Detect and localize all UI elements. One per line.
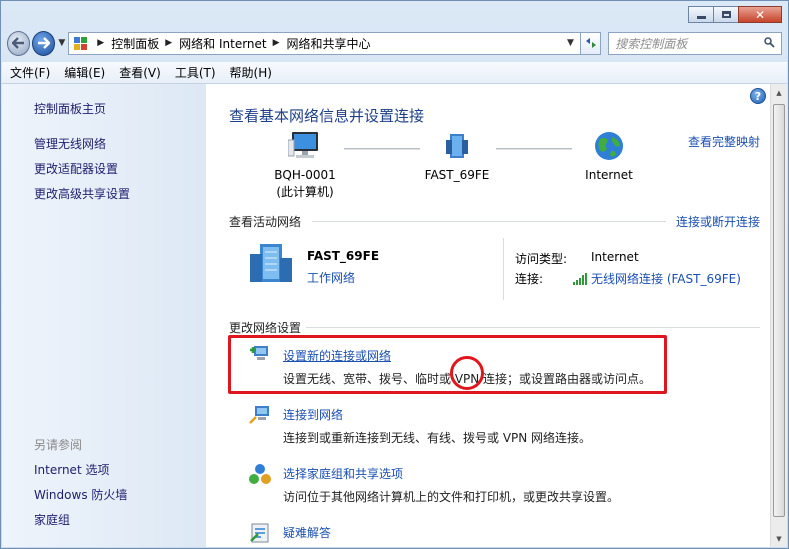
homegroup-sharing-description: 访问位于其他网络计算机上的文件和打印机，或更改共享设置。	[283, 490, 620, 504]
internet-name: Internet	[585, 168, 633, 182]
sidebar-link-control-panel-home[interactable]: 控制面板主页	[34, 100, 106, 117]
back-arrow-icon	[12, 37, 25, 49]
wireless-connection-text[interactable]: 无线网络连接 (FAST_69FE)	[591, 270, 741, 287]
signal-strength-icon	[573, 272, 587, 285]
search-icon[interactable]	[764, 36, 775, 48]
map-node-internet[interactable]: Internet	[574, 130, 644, 184]
maximize-icon	[721, 11, 731, 18]
globe-icon	[595, 132, 623, 160]
access-type-value: Internet	[591, 250, 639, 264]
breadcrumb-network-sharing-center[interactable]: 网络和共享中心	[287, 35, 371, 52]
view-full-map-link[interactable]: 查看完整映射	[688, 133, 760, 150]
breadcrumb-separator-icon[interactable]: ▶	[273, 38, 280, 48]
breadcrumb-separator-icon: ▶	[97, 38, 105, 48]
homegroup-icon	[249, 464, 271, 484]
sidebar-link-manage-wireless[interactable]: 管理无线网络	[34, 135, 106, 152]
annotation-highlight-box	[228, 335, 667, 394]
connect-to-network-icon	[249, 406, 269, 424]
close-icon: ✕	[754, 7, 766, 22]
minimize-button[interactable]	[688, 6, 714, 23]
forward-arrow-icon	[38, 37, 51, 49]
help-icon[interactable]: ?	[750, 88, 766, 104]
computer-name: BQH-0001	[274, 168, 336, 182]
map-connector	[496, 148, 572, 150]
scroll-down-icon[interactable]: ▼	[771, 530, 787, 547]
map-node-computer[interactable]: BQH-0001 (此计算机)	[270, 130, 340, 201]
active-networks-heading: 查看活动网络	[229, 215, 302, 229]
forward-button[interactable]	[32, 30, 56, 56]
sidebar-link-homegroup[interactable]: 家庭组	[34, 511, 70, 528]
minimize-icon	[696, 16, 706, 19]
search-box[interactable]: 搜索控制面板	[608, 31, 783, 55]
sidebar-link-windows-firewall[interactable]: Windows 防火墙	[34, 486, 127, 503]
breadcrumb-network-internet[interactable]: 网络和 Internet	[179, 35, 266, 52]
control-panel-icon	[73, 36, 87, 50]
section-divider	[312, 221, 666, 222]
window-caption-buttons: ✕	[688, 6, 782, 23]
search-input[interactable]: 搜索控制面板	[615, 35, 687, 52]
computer-sub-label: (此计算机)	[276, 185, 334, 199]
wireless-connection-link[interactable]: 无线网络连接 (FAST_69FE)	[573, 270, 741, 287]
navigation-bar: ▼ ▶ 控制面板 ▶ 网络和 Internet ▶ 网络和共享中心 ▼ 搜索控制…	[7, 29, 783, 57]
map-node-router[interactable]: FAST_69FE	[422, 130, 492, 184]
network-category-link[interactable]: 工作网络	[307, 269, 355, 286]
see-also-heading: 另请参阅	[34, 438, 83, 452]
connection-label: 连接:	[515, 272, 544, 286]
sidebar-link-internet-options[interactable]: Internet 选项	[34, 461, 109, 478]
troubleshoot-link[interactable]: 疑难解答	[283, 524, 331, 541]
refresh-icon	[585, 38, 596, 48]
connect-to-network-link[interactable]: 连接到网络	[283, 406, 343, 423]
scroll-up-icon[interactable]: ▲	[771, 84, 787, 101]
menu-view[interactable]: 查看(V)	[119, 64, 161, 81]
homegroup-sharing-link[interactable]: 选择家庭组和共享选项	[283, 465, 403, 482]
menu-edit[interactable]: 编辑(E)	[64, 64, 105, 81]
task-sidebar: 控制面板主页 管理无线网络 更改适配器设置 更改高级共享设置 另请参阅 Inte…	[2, 84, 206, 547]
connect-to-network-description: 连接到或重新连接到无线、有线、拨号或 VPN 网络连接。	[283, 431, 592, 445]
router-icon	[446, 134, 468, 158]
scrollbar-thumb[interactable]	[773, 104, 785, 517]
network-sharing-center-window: ✕ ▼ ▶ 控制面板 ▶ 网络和 Internet ▶ 网络和共享中心 ▼ 搜索…	[0, 0, 789, 549]
computer-icon	[287, 132, 318, 158]
address-history-dropdown[interactable]: ▼	[561, 38, 580, 48]
sidebar-link-advanced-sharing[interactable]: 更改高级共享设置	[34, 185, 130, 202]
refresh-button[interactable]	[580, 31, 602, 55]
access-type-label: 访问类型:	[515, 252, 568, 266]
sidebar-link-adapter-settings[interactable]: 更改适配器设置	[34, 160, 118, 177]
main-content: ? 查看基本网络信息并设置连接 查看完整映射 BQH-0001 (此计算机) F…	[206, 84, 772, 547]
work-network-icon[interactable]	[246, 240, 294, 286]
router-name: FAST_69FE	[424, 168, 490, 182]
close-button[interactable]: ✕	[738, 6, 782, 23]
section-divider	[306, 327, 760, 328]
menu-help[interactable]: 帮助(H)	[230, 64, 272, 81]
active-network-name: FAST_69FE	[307, 249, 380, 263]
vertical-scrollbar[interactable]: ▲ ▼	[770, 84, 787, 547]
back-button[interactable]	[7, 30, 31, 56]
troubleshoot-icon	[250, 523, 269, 543]
address-bar[interactable]: ▶ 控制面板 ▶ 网络和 Internet ▶ 网络和共享中心 ▼	[68, 31, 581, 55]
annotation-vpn-circle	[450, 356, 484, 390]
breadcrumb-separator-icon[interactable]: ▶	[165, 38, 172, 48]
breadcrumb-control-panel[interactable]: 控制面板	[111, 35, 159, 52]
menu-file[interactable]: 文件(F)	[10, 64, 50, 81]
vertical-divider	[503, 238, 504, 300]
change-settings-heading: 更改网络设置	[229, 321, 302, 335]
maximize-button[interactable]	[713, 6, 739, 23]
connect-disconnect-link[interactable]: 连接或断开连接	[676, 213, 760, 230]
map-connector	[344, 148, 420, 150]
recent-pages-dropdown[interactable]: ▼	[58, 38, 65, 48]
breadcrumb: ▶ 控制面板 ▶ 网络和 Internet ▶ 网络和共享中心	[91, 35, 370, 52]
menu-bar: 文件(F) 编辑(E) 查看(V) 工具(T) 帮助(H)	[2, 62, 787, 84]
menu-tools[interactable]: 工具(T)	[175, 64, 216, 81]
page-title: 查看基本网络信息并设置连接	[229, 107, 425, 125]
